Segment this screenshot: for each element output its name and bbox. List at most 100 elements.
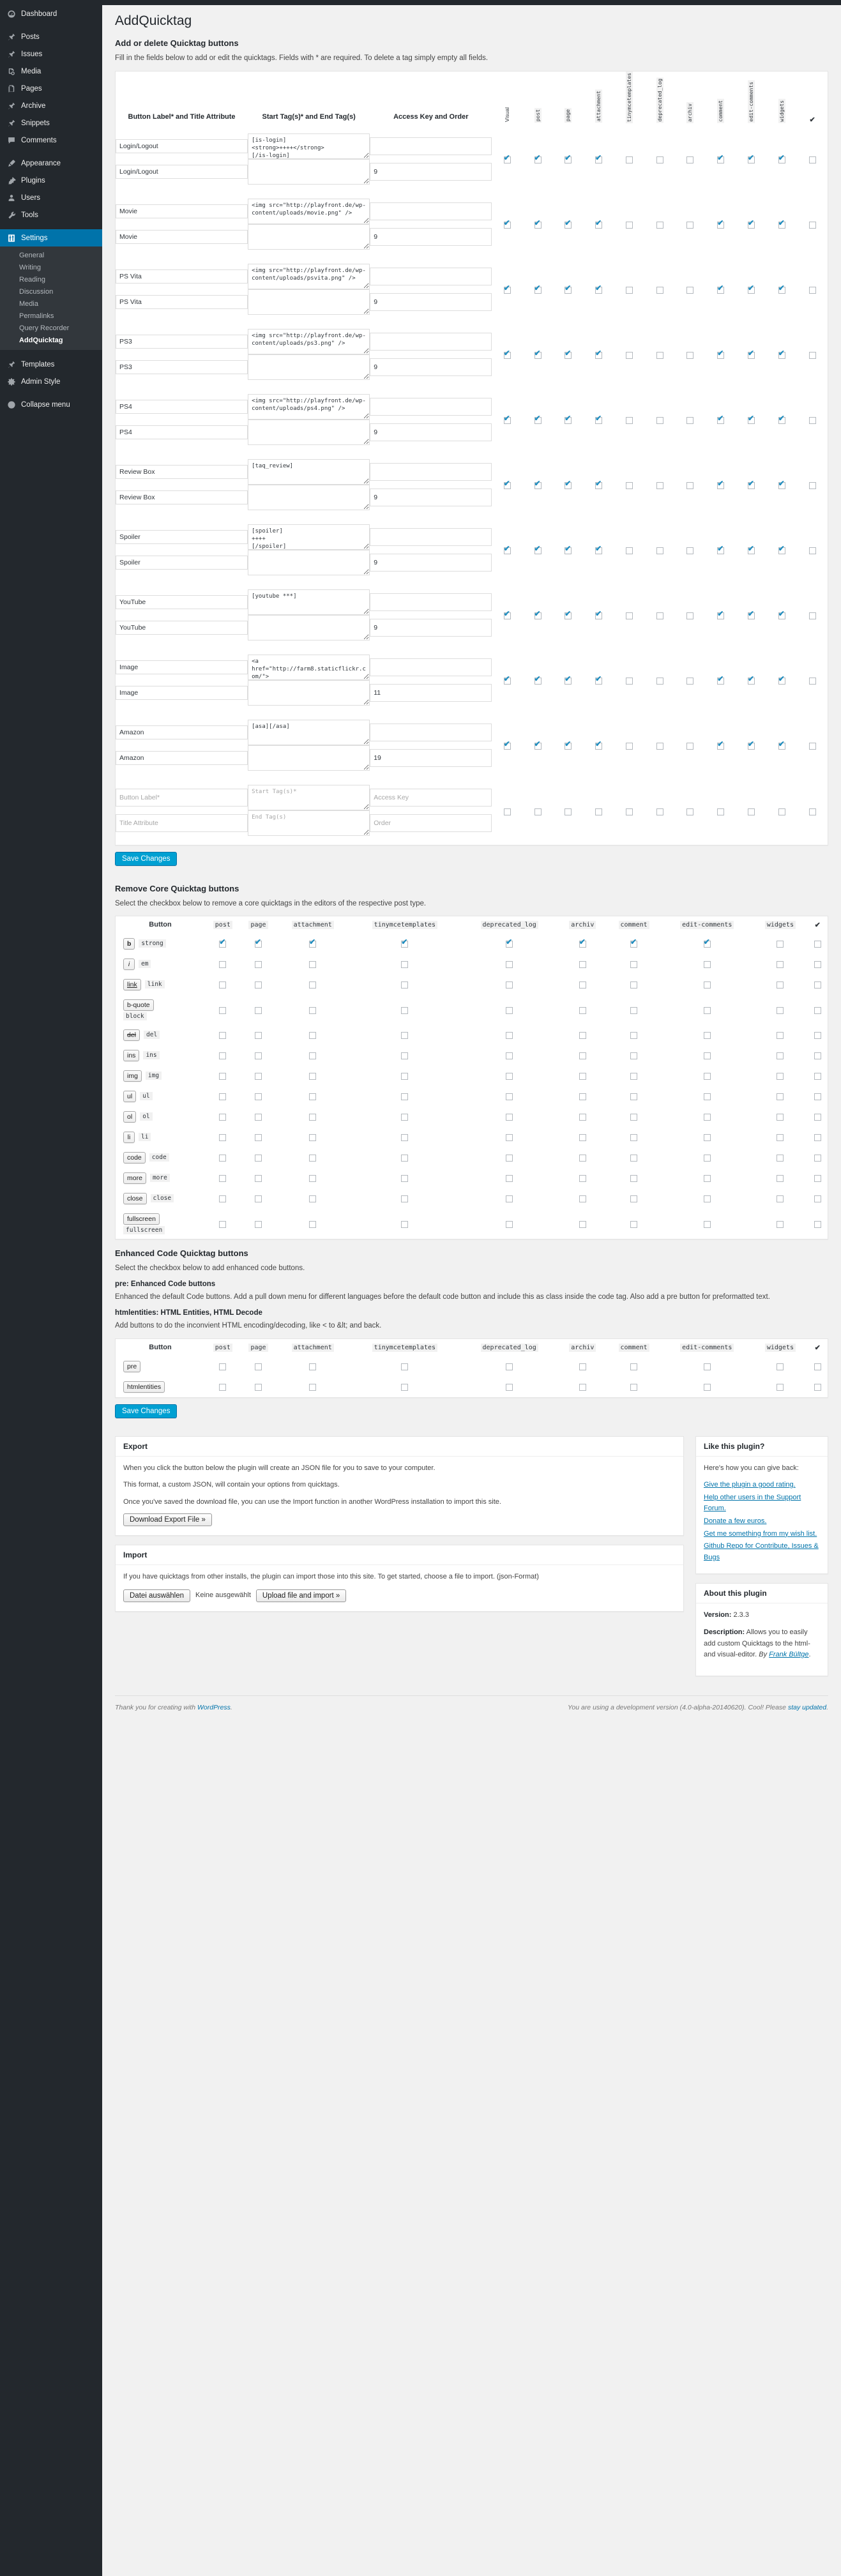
core-quicktag-checkbox[interactable]	[579, 1006, 586, 1014]
core-quicktag-button[interactable]: more	[123, 1172, 146, 1184]
quicktag-checkbox[interactable]	[625, 482, 633, 490]
submenu-item-media[interactable]: Media	[0, 298, 102, 310]
quicktag-checkbox[interactable]	[595, 675, 603, 685]
title-attribute-input[interactable]	[116, 620, 248, 635]
quicktag-checkbox[interactable]	[808, 808, 816, 816]
submenu-item-writing[interactable]: Writing	[0, 261, 102, 273]
core-quicktag-checkbox[interactable]	[401, 938, 409, 948]
core-quicktag-checkbox[interactable]	[309, 1052, 317, 1060]
core-quicktag-button[interactable]: ul	[123, 1090, 137, 1102]
quicktag-checkbox[interactable]	[534, 740, 542, 750]
core-quicktag-checkbox[interactable]	[255, 1363, 262, 1371]
core-quicktag-checkbox[interactable]	[703, 1195, 711, 1203]
core-quicktag-checkbox[interactable]	[255, 1220, 262, 1228]
core-quicktag-checkbox[interactable]	[401, 1220, 409, 1228]
core-quicktag-checkbox[interactable]	[309, 981, 317, 989]
core-quicktag-checkbox-all[interactable]	[814, 1363, 821, 1371]
footer-wordpress-link[interactable]: WordPress	[197, 1704, 231, 1711]
core-quicktag-button[interactable]: b	[123, 937, 135, 950]
access-key-input[interactable]	[370, 202, 492, 220]
core-quicktag-checkbox[interactable]	[630, 1155, 638, 1162]
access-key-input[interactable]	[370, 462, 492, 481]
order-input[interactable]	[370, 292, 492, 311]
core-quicktag-checkbox[interactable]	[219, 1220, 227, 1228]
core-quicktag-checkbox[interactable]	[630, 1093, 638, 1101]
like-plugin-link-1[interactable]: Help other users in the Support Forum.	[704, 1492, 820, 1515]
quicktag-checkbox[interactable]	[778, 545, 785, 555]
title-attribute-input[interactable]	[116, 685, 248, 700]
core-quicktag-checkbox[interactable]	[777, 1384, 784, 1391]
core-quicktag-checkbox-all[interactable]	[814, 1114, 821, 1121]
choose-file-button[interactable]: Datei auswählen	[123, 1589, 191, 1602]
core-quicktag-checkbox[interactable]	[506, 981, 513, 989]
end-tag-textarea[interactable]	[248, 289, 370, 315]
quicktag-checkbox[interactable]	[808, 352, 816, 360]
button-label-input[interactable]	[116, 595, 248, 609]
quicktag-checkbox[interactable]	[747, 740, 755, 750]
core-quicktag-checkbox[interactable]	[309, 1195, 317, 1203]
core-quicktag-checkbox[interactable]	[630, 1052, 638, 1060]
like-plugin-link-4[interactable]: Github Repo for Contribute, Issues & Bug…	[704, 1541, 820, 1563]
core-quicktag-checkbox[interactable]	[255, 938, 262, 948]
core-quicktag-checkbox[interactable]	[703, 1175, 711, 1183]
like-plugin-link-3[interactable]: Get me something from my wish list.	[704, 1529, 820, 1540]
core-quicktag-checkbox-all[interactable]	[814, 941, 821, 948]
quicktag-checkbox[interactable]	[747, 545, 755, 555]
quicktag-checkbox[interactable]	[595, 219, 603, 229]
core-quicktag-checkbox[interactable]	[219, 1195, 227, 1203]
author-link[interactable]: Frank Bültge	[769, 1651, 808, 1658]
button-label-input[interactable]	[116, 139, 248, 153]
core-quicktag-checkbox[interactable]	[219, 1134, 227, 1142]
quicktag-checkbox[interactable]	[686, 222, 694, 229]
core-quicktag-checkbox[interactable]	[777, 1006, 784, 1014]
empty-title-attribute-input[interactable]	[116, 814, 248, 832]
core-quicktag-checkbox[interactable]	[219, 1363, 227, 1371]
core-quicktag-checkbox[interactable]	[401, 1363, 409, 1371]
core-quicktag-checkbox[interactable]	[401, 1134, 409, 1142]
core-quicktag-checkbox-all[interactable]	[814, 1093, 821, 1101]
quicktag-checkbox[interactable]	[686, 352, 694, 360]
quicktag-checkbox[interactable]	[503, 610, 511, 620]
quicktag-checkbox[interactable]	[747, 480, 755, 490]
start-tag-textarea[interactable]	[248, 393, 370, 420]
core-quicktag-checkbox[interactable]	[401, 1093, 409, 1101]
core-quicktag-checkbox[interactable]	[255, 1073, 262, 1080]
core-quicktag-checkbox[interactable]	[579, 1093, 586, 1101]
core-quicktag-checkbox[interactable]	[777, 1175, 784, 1183]
quicktag-checkbox[interactable]	[778, 480, 785, 490]
quicktag-checkbox[interactable]	[564, 740, 572, 750]
quicktag-checkbox[interactable]	[656, 678, 663, 685]
core-quicktag-checkbox[interactable]	[219, 981, 227, 989]
core-quicktag-checkbox[interactable]	[777, 1220, 784, 1228]
core-quicktag-checkbox[interactable]	[309, 1073, 317, 1080]
core-quicktag-checkbox[interactable]	[401, 1114, 409, 1121]
core-quicktag-checkbox[interactable]	[255, 1134, 262, 1142]
upload-and-import-button[interactable]: Upload file and import »	[255, 1589, 347, 1602]
title-attribute-input[interactable]	[116, 164, 248, 179]
core-quicktag-checkbox[interactable]	[506, 1093, 513, 1101]
quicktag-checkbox[interactable]	[564, 480, 572, 490]
core-quicktag-checkbox[interactable]	[219, 1155, 227, 1162]
quicktag-checkbox[interactable]	[717, 154, 725, 164]
core-quicktag-button[interactable]: close	[123, 1192, 147, 1204]
end-tag-textarea[interactable]	[248, 354, 370, 380]
save-changes-button-top[interactable]: Save Changes	[115, 851, 178, 866]
empty-access-key-input[interactable]	[370, 788, 492, 807]
access-key-input[interactable]	[370, 332, 492, 351]
end-tag-textarea[interactable]	[248, 745, 370, 771]
quicktag-checkbox[interactable]	[656, 417, 663, 425]
quicktag-checkbox[interactable]	[778, 219, 785, 229]
footer-stay-updated-link[interactable]: stay updated	[788, 1704, 826, 1711]
quicktag-checkbox[interactable]	[503, 675, 511, 685]
title-attribute-input[interactable]	[116, 229, 248, 244]
order-input[interactable]	[370, 748, 492, 767]
core-quicktag-checkbox[interactable]	[309, 938, 317, 948]
core-quicktag-checkbox[interactable]	[579, 1073, 586, 1080]
sidebar-item-admin-style[interactable]: Admin Style	[0, 373, 102, 390]
core-quicktag-checkbox[interactable]	[579, 961, 586, 969]
order-input[interactable]	[370, 227, 492, 246]
sidebar-item-pages[interactable]: Pages	[0, 80, 102, 97]
empty-order-input[interactable]	[370, 814, 492, 832]
sidebar-item-archive[interactable]: Archive	[0, 97, 102, 114]
quicktag-checkbox[interactable]	[503, 545, 511, 555]
